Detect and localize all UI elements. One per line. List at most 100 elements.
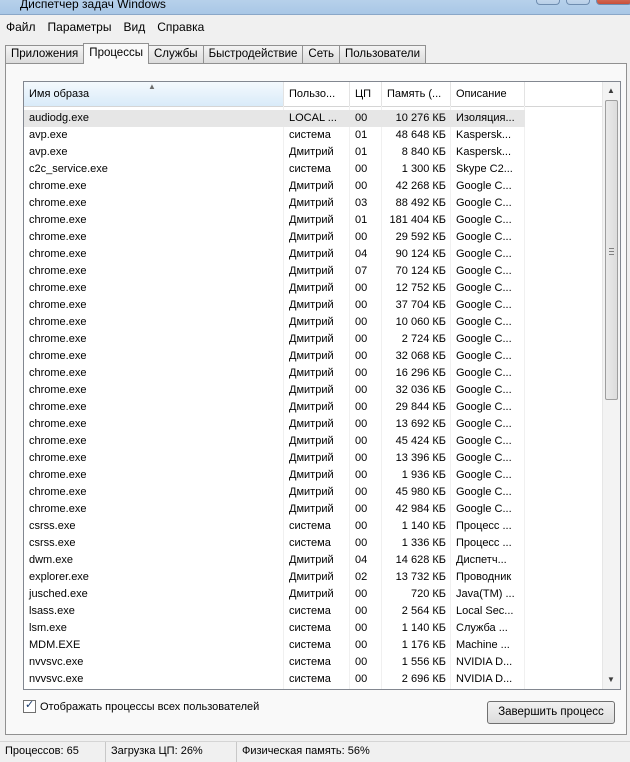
cell-memory: 37 704 КБ bbox=[395, 299, 446, 311]
scroll-thumb[interactable] bbox=[605, 100, 618, 400]
end-process-button[interactable]: Завершить процесс bbox=[487, 701, 615, 724]
table-row[interactable]: jusched.exe Дмитрий 00 720 КБ Java(TM) ... bbox=[24, 586, 603, 603]
cell-cpu: 02 bbox=[355, 571, 368, 583]
cell-cpu: 00 bbox=[355, 333, 368, 345]
column-description[interactable]: Описание bbox=[451, 82, 525, 106]
table-row[interactable]: nvvsvc.exe система 00 2 696 КБ NVIDIA D... bbox=[24, 671, 603, 688]
vertical-scrollbar[interactable]: ▲ ▼ bbox=[602, 82, 620, 689]
cell-image-name: chrome.exe bbox=[29, 282, 87, 294]
tab-services[interactable]: Службы bbox=[147, 45, 204, 63]
table-row[interactable]: dwm.exe Дмитрий 04 14 628 КБ Диспетч... bbox=[24, 552, 603, 569]
table-row[interactable]: chrome.exe Дмитрий 00 45 980 КБ Google C... bbox=[24, 484, 603, 501]
table-row[interactable]: chrome.exe Дмитрий 00 32 068 КБ Google C... bbox=[24, 348, 603, 365]
cell-image-name: dwm.exe bbox=[29, 554, 74, 566]
table-row[interactable]: chrome.exe Дмитрий 04 90 124 КБ Google C... bbox=[24, 246, 603, 263]
close-button[interactable] bbox=[596, 0, 630, 5]
cell-description: Процесс ... bbox=[456, 537, 512, 549]
table-row[interactable]: chrome.exe Дмитрий 00 29 592 КБ Google C... bbox=[24, 229, 603, 246]
tab-networking[interactable]: Сеть bbox=[302, 45, 340, 63]
table-row[interactable]: csrss.exe система 00 1 140 КБ Процесс ... bbox=[24, 518, 603, 535]
table-row[interactable]: csrss.exe система 00 1 336 КБ Процесс ... bbox=[24, 535, 603, 552]
cell-cpu: 00 bbox=[355, 537, 368, 549]
table-row[interactable]: c2c_service.exe система 00 1 300 КБ Skype C2… bbox=[24, 161, 603, 178]
cell-memory: 45 980 КБ bbox=[395, 486, 446, 498]
cell-image-name: chrome.exe bbox=[29, 180, 87, 192]
menu-options[interactable]: Параметры bbox=[42, 20, 118, 34]
table-row[interactable]: explorer.exe Дмитрий 02 13 732 КБ Проводник bbox=[24, 569, 603, 586]
tab-applications[interactable]: Приложения bbox=[5, 45, 85, 63]
cell-memory: 13 732 КБ bbox=[395, 571, 446, 583]
cell-image-name: chrome.exe bbox=[29, 265, 87, 277]
cell-user: Дмитрий bbox=[289, 469, 334, 481]
table-row[interactable]: chrome.exe Дмитрий 00 32 036 КБ Google C... bbox=[24, 382, 603, 399]
menu-view[interactable]: Вид bbox=[117, 20, 151, 34]
table-row[interactable]: chrome.exe Дмитрий 03 88 492 КБ Google C... bbox=[24, 195, 603, 212]
table-row[interactable]: lsm.exe система 00 1 140 КБ Служба ... bbox=[24, 620, 603, 637]
cell-description: Изоляция... bbox=[451, 110, 525, 127]
table-row[interactable]: chrome.exe Дмитрий 00 42 984 КБ Google C... bbox=[24, 501, 603, 518]
table-row[interactable]: chrome.exe Дмитрий 00 29 844 КБ Google C... bbox=[24, 399, 603, 416]
table-row[interactable]: chrome.exe Дмитрий 00 16 296 КБ Google C... bbox=[24, 365, 603, 382]
show-all-users-option[interactable]: ✓ Отображать процессы всех пользователей bbox=[23, 699, 259, 713]
cell-memory: 10 060 КБ bbox=[395, 316, 446, 328]
table-row[interactable]: chrome.exe Дмитрий 00 2 724 КБ Google C... bbox=[24, 331, 603, 348]
cell-image-name: chrome.exe bbox=[29, 435, 87, 447]
table-row[interactable]: chrome.exe Дмитрий 01 181 404 КБ Google C... bbox=[24, 212, 603, 229]
table-row[interactable]: MDM.EXE система 00 1 176 КБ Machine ... bbox=[24, 637, 603, 654]
table-row[interactable]: chrome.exe Дмитрий 00 10 060 КБ Google C... bbox=[24, 314, 603, 331]
cell-description: Google C... bbox=[456, 401, 512, 413]
cell-image-name: lsm.exe bbox=[29, 622, 67, 634]
table-row[interactable]: NvXDSync.exeсистема003 128 КБNVIDIA U... bbox=[24, 688, 603, 689]
cell-description: NVIDIA U... bbox=[451, 688, 525, 689]
cell-description: NVIDIA D... bbox=[456, 656, 513, 668]
column-image-name[interactable]: ▲ Имя образа bbox=[24, 82, 284, 106]
status-physical-memory: Физическая память: 56% bbox=[242, 745, 370, 757]
cell-cpu: 00 bbox=[355, 452, 368, 464]
table-row[interactable]: chrome.exe Дмитрий 00 13 692 КБ Google C... bbox=[24, 416, 603, 433]
table-row[interactable]: lsass.exe система 00 2 564 КБ Local Sec... bbox=[24, 603, 603, 620]
column-user[interactable]: Пользо... bbox=[284, 82, 350, 106]
minimize-button[interactable] bbox=[536, 0, 560, 5]
table-row[interactable]: chrome.exe Дмитрий 00 1 936 КБ Google C... bbox=[24, 467, 603, 484]
table-row[interactable]: chrome.exe Дмитрий 00 45 424 КБ Google C... bbox=[24, 433, 603, 450]
table-row[interactable]: chrome.exe Дмитрий 00 37 704 КБ Google C... bbox=[24, 297, 603, 314]
cell-description: Диспетч... bbox=[456, 554, 507, 566]
table-row[interactable]: chrome.exe Дмитрий 00 13 396 КБ Google C... bbox=[24, 450, 603, 467]
cell-cpu: 07 bbox=[355, 265, 368, 277]
table-row[interactable]: avp.exe Дмитрий 01 8 840 КБ Kaspersk... bbox=[24, 144, 603, 161]
cell-description: Kaspersk... bbox=[456, 146, 512, 158]
maximize-button[interactable] bbox=[566, 0, 590, 5]
cell-memory: 88 492 КБ bbox=[395, 197, 446, 209]
table-row[interactable]: avp.exe система 01 48 648 КБ Kaspersk... bbox=[24, 127, 603, 144]
table-row[interactable]: nvvsvc.exe система 00 1 556 КБ NVIDIA D... bbox=[24, 654, 603, 671]
tab-users[interactable]: Пользователи bbox=[339, 45, 427, 63]
tab-processes[interactable]: Процессы bbox=[83, 43, 149, 64]
cell-cpu: 00 bbox=[355, 656, 368, 668]
show-all-users-checkbox[interactable]: ✓ bbox=[23, 699, 36, 713]
table-row[interactable]: chrome.exe Дмитрий 00 12 752 КБ Google C... bbox=[24, 280, 603, 297]
cell-description: Google C... bbox=[456, 486, 512, 498]
cell-cpu: 01 bbox=[355, 129, 368, 141]
tab-performance[interactable]: Быстродействие bbox=[202, 45, 304, 63]
column-memory[interactable]: Память (... bbox=[382, 82, 451, 106]
table-row[interactable]: audiodg.exe LOCAL ... 00 10 276 КБ Изоляция.… bbox=[24, 110, 603, 127]
cell-cpu: 00 bbox=[350, 110, 382, 127]
table-row[interactable]: chrome.exe Дмитрий 00 42 268 КБ Google C... bbox=[24, 178, 603, 195]
cell-user: система bbox=[289, 163, 331, 175]
cell-user: система bbox=[289, 673, 331, 685]
cell-description: Google C... bbox=[456, 333, 512, 345]
cell-user: система bbox=[289, 129, 331, 141]
process-list[interactable]: ▲ Имя образа Пользо... ЦП Память (... Оп… bbox=[23, 81, 621, 690]
scroll-up-icon[interactable]: ▲ bbox=[607, 86, 615, 95]
column-cpu[interactable]: ЦП bbox=[350, 82, 382, 106]
table-row[interactable]: chrome.exe Дмитрий 07 70 124 КБ Google C... bbox=[24, 263, 603, 280]
column-header-filler bbox=[525, 82, 603, 106]
cell-image-name: chrome.exe bbox=[29, 299, 87, 311]
cell-memory: 32 068 КБ bbox=[395, 350, 446, 362]
cell-memory: 1 300 КБ bbox=[401, 163, 446, 175]
cell-user: Дмитрий bbox=[289, 503, 334, 515]
cell-user: Дмитрий bbox=[289, 554, 334, 566]
menu-help[interactable]: Справка bbox=[151, 20, 210, 34]
menu-file[interactable]: Файл bbox=[0, 20, 42, 34]
scroll-down-icon[interactable]: ▼ bbox=[607, 675, 615, 684]
